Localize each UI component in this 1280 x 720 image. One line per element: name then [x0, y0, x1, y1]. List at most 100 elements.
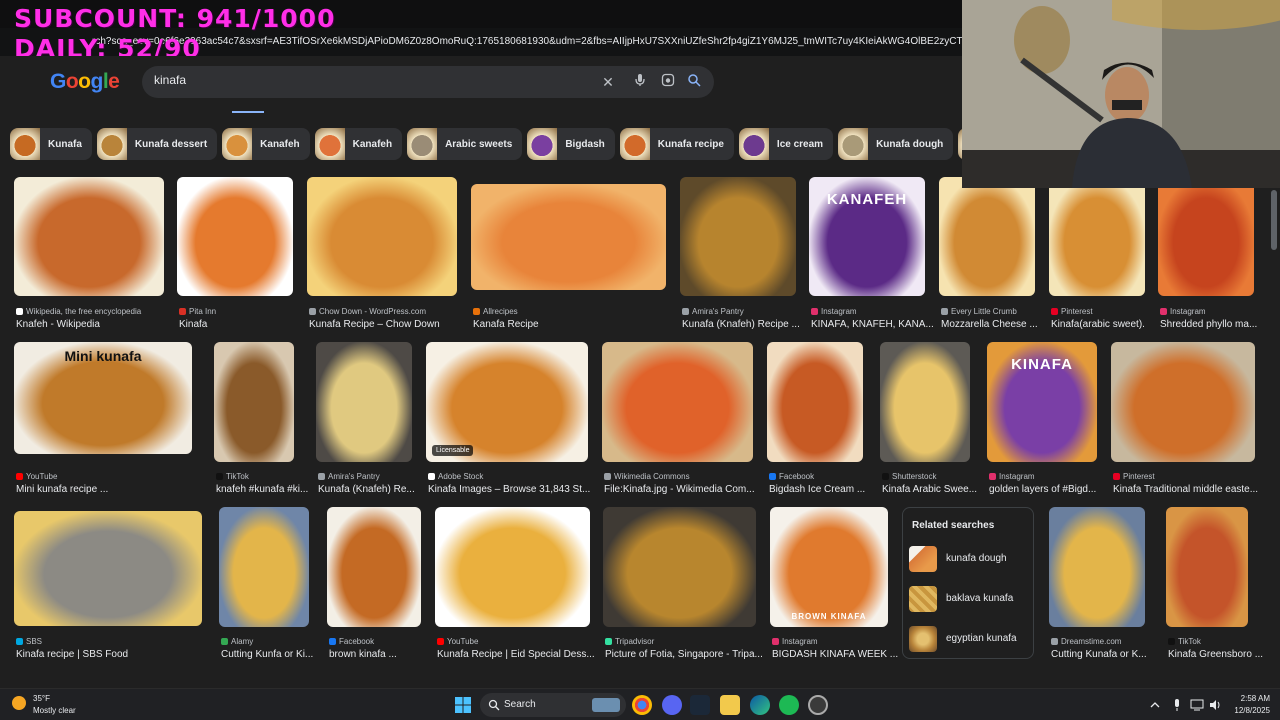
page-scrollbar[interactable]	[1271, 190, 1277, 250]
result-title[interactable]: Kinafa	[179, 319, 319, 330]
filter-chip[interactable]: Kunafa dough	[838, 128, 954, 160]
file-explorer-icon[interactable]	[720, 695, 740, 715]
result-source[interactable]: Adobe Stock	[428, 472, 610, 481]
result-thumbnail[interactable]	[1049, 507, 1145, 627]
result-source[interactable]: Pinterest	[1113, 472, 1277, 481]
result-title[interactable]: Kunafa Recipe – Chow Down	[309, 319, 483, 330]
result-source[interactable]: Every Little Crumb	[941, 307, 1057, 316]
result-title[interactable]: Mozzarella Cheese ...	[941, 319, 1061, 330]
result-source[interactable]: Wikimedia Commons	[604, 472, 775, 481]
result-source[interactable]: YouTube	[437, 637, 612, 646]
result-thumbnail[interactable]	[219, 507, 309, 627]
result-source[interactable]: Dreamstime.com	[1051, 637, 1167, 646]
result-thumbnail[interactable]: Licensable	[426, 342, 588, 462]
result-title[interactable]: Bigdash Ice Cream ...	[769, 484, 889, 495]
result-title[interactable]: KINAFA, KNAFEH, KANA...	[811, 319, 951, 330]
result-thumbnail[interactable]	[603, 507, 756, 627]
result-source[interactable]: SBS	[16, 637, 224, 646]
result-title[interactable]: Mini kunafa recipe ...	[16, 484, 218, 495]
result-thumbnail[interactable]	[435, 507, 590, 627]
edge-icon[interactable]	[750, 695, 770, 715]
result-title[interactable]: Kinafa Greensboro ...	[1168, 649, 1274, 660]
result-source[interactable]: Amira's Pantry	[682, 307, 818, 316]
result-title[interactable]: Kinafa(arabic sweet).	[1051, 319, 1171, 330]
result-title[interactable]: Kinafa Arabic Swee...	[882, 484, 996, 495]
result-source[interactable]: TikTok	[216, 472, 316, 481]
steam-icon[interactable]	[690, 695, 710, 715]
filter-chip[interactable]: Arabic sweets	[407, 128, 523, 160]
obs-icon[interactable]	[808, 695, 828, 715]
filter-chip[interactable]: Ice cream	[738, 128, 834, 160]
related-search-item[interactable]: baklava kunafa	[909, 584, 1031, 614]
result-thumbnail[interactable]: Mini kunafa	[14, 342, 192, 454]
result-title[interactable]: Kinafa recipe | SBS Food	[16, 649, 228, 660]
microphone-icon[interactable]	[1170, 698, 1184, 712]
result-source[interactable]: Chow Down - WordPress.com	[309, 307, 479, 316]
result-title[interactable]: Cutting Kunafa or K...	[1051, 649, 1171, 660]
result-title[interactable]: Kunafa (Knafeh) Recipe ...	[682, 319, 822, 330]
result-source[interactable]: Instagram	[989, 472, 1119, 481]
taskbar-search[interactable]: Search	[480, 693, 626, 717]
network-icon[interactable]	[1190, 698, 1204, 712]
result-title[interactable]: Kunafa Recipe | Eid Special Dess...	[437, 649, 616, 660]
result-thumbnail[interactable]	[767, 342, 863, 462]
result-source[interactable]: Wikipedia, the free encyclopedia	[16, 307, 186, 316]
result-title[interactable]: Kinafa Traditional middle easte...	[1113, 484, 1280, 495]
result-thumbnail[interactable]	[602, 342, 753, 462]
result-thumbnail[interactable]	[177, 177, 293, 296]
result-thumbnail[interactable]	[471, 184, 666, 290]
filter-chip[interactable]: Kunafa dessert	[96, 128, 218, 160]
clear-icon[interactable]: ✕	[598, 72, 618, 92]
result-source[interactable]: Allrecipes	[473, 307, 688, 316]
result-source[interactable]: Pinterest	[1051, 307, 1167, 316]
result-source[interactable]: YouTube	[16, 472, 214, 481]
result-thumbnail[interactable]	[316, 342, 412, 462]
search-box[interactable]: ✕	[142, 66, 714, 98]
result-thumbnail[interactable]	[307, 177, 457, 296]
result-source[interactable]: Amira's Pantry	[318, 472, 434, 481]
result-source[interactable]: Shutterstock	[882, 472, 992, 481]
discord-icon[interactable]	[662, 695, 682, 715]
search-input[interactable]	[154, 73, 574, 87]
related-search-item[interactable]: kunafa dough	[909, 544, 1031, 574]
filter-chip[interactable]: Bigdash	[527, 128, 615, 160]
windows-start-icon[interactable]	[453, 695, 473, 715]
result-title[interactable]: Cutting Kunfa or Ki...	[221, 649, 335, 660]
result-thumbnail[interactable]	[214, 342, 294, 462]
result-source[interactable]: Facebook	[329, 637, 443, 646]
filter-chip[interactable]: Kanafeh	[222, 128, 310, 160]
spotify-icon[interactable]	[779, 695, 799, 715]
lens-icon[interactable]	[658, 72, 678, 92]
result-title[interactable]: brown kinafa ...	[329, 649, 447, 660]
search-icon[interactable]	[684, 72, 704, 92]
result-source[interactable]: Instagram	[811, 307, 947, 316]
result-title[interactable]: knafeh #kunafa #ki...	[216, 484, 320, 495]
result-thumbnail[interactable]: KINAFA	[987, 342, 1097, 462]
volume-icon[interactable]	[1208, 698, 1222, 712]
result-title[interactable]: BIGDASH KINAFA WEEK ...	[772, 649, 914, 660]
chevron-up-icon[interactable]	[1148, 698, 1162, 712]
result-title[interactable]: Knafeh - Wikipedia	[16, 319, 190, 330]
result-thumbnail[interactable]	[939, 177, 1035, 296]
result-source[interactable]: Instagram	[1160, 307, 1276, 316]
result-title[interactable]: Kinafa Images – Browse 31,843 St...	[428, 484, 614, 495]
clock-date[interactable]: 12/8/2025	[1224, 706, 1270, 715]
result-source[interactable]: TikTok	[1168, 637, 1270, 646]
result-thumbnail[interactable]	[1049, 177, 1145, 296]
filter-chip[interactable]: Kanafeh	[314, 128, 403, 160]
result-thumbnail[interactable]	[14, 511, 202, 626]
filter-chip[interactable]: Kunafa	[10, 128, 92, 160]
related-search-item[interactable]: egyptian kunafa	[909, 624, 1031, 654]
result-title[interactable]: Shredded phyllo ma...	[1160, 319, 1280, 330]
result-source[interactable]: Alamy	[221, 637, 331, 646]
result-thumbnail[interactable]	[1158, 177, 1254, 296]
result-thumbnail[interactable]: KANAFEH	[809, 177, 925, 296]
result-source[interactable]: Instagram	[772, 637, 910, 646]
result-title[interactable]: Kunafa (Knafeh) Re...	[318, 484, 438, 495]
chrome-icon[interactable]	[632, 695, 652, 715]
result-title[interactable]: golden layers of #Bigd...	[989, 484, 1123, 495]
google-logo[interactable]: Google	[50, 70, 120, 94]
result-title[interactable]: Kanafa Recipe	[473, 319, 692, 330]
result-title[interactable]: Picture of Fotia, Singapore - Tripa...	[605, 649, 782, 660]
filter-chip[interactable]: Kunafa recipe	[619, 128, 734, 160]
